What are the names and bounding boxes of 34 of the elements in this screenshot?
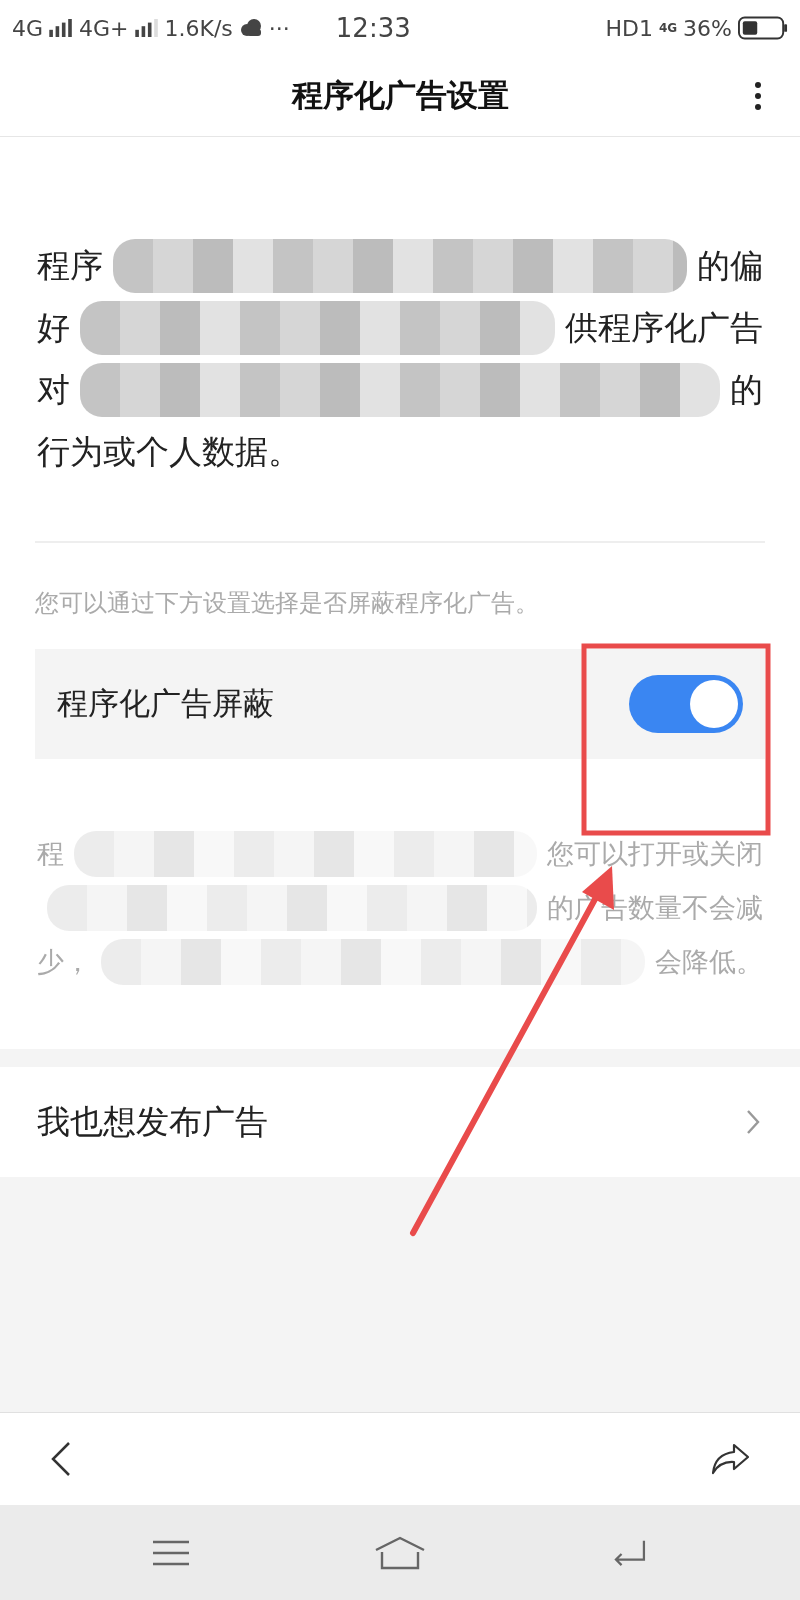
hd-label: HD1	[605, 15, 653, 41]
intro-text: 程序	[37, 245, 103, 287]
intro-text: 的	[730, 369, 763, 411]
cloud-icon	[238, 19, 263, 37]
back-icon[interactable]	[50, 1441, 72, 1477]
list-item[interactable]: 我也想发布广告	[0, 1067, 800, 1177]
setting-label: 程序化广告屏蔽	[57, 684, 274, 723]
signal-icon	[49, 19, 74, 37]
note-text: 您可以打开或关闭	[547, 837, 763, 871]
network-label: 4G	[658, 21, 678, 35]
intro-text: 行为或个人数据。	[37, 431, 301, 473]
battery-percent: 36%	[683, 15, 732, 41]
network-label: 4G	[12, 15, 44, 41]
share-icon[interactable]	[710, 1442, 750, 1476]
intro-text: 好	[37, 307, 70, 349]
signal-icon	[134, 19, 159, 37]
note-text: 少，	[37, 945, 91, 979]
chevron-right-icon	[746, 1109, 760, 1135]
note-text: 会降低。	[655, 945, 763, 979]
menu-icon[interactable]	[152, 1538, 189, 1567]
intro-text: 对	[37, 369, 70, 411]
more-label: ···	[268, 15, 290, 41]
network-label: 4G+	[79, 15, 129, 41]
note-text: 程	[37, 837, 64, 871]
intro-text: 供程序化广告	[565, 307, 763, 349]
hint-text: 您可以通过下方设置选择是否屏蔽程序化广告。	[35, 588, 540, 619]
network-speed: 1.6K/s	[164, 15, 233, 41]
toggle-switch[interactable]	[629, 675, 743, 733]
battery-icon	[738, 16, 788, 40]
more-icon[interactable]	[754, 80, 762, 112]
clock: 12:33	[335, 13, 411, 43]
intro-text: 的偏	[697, 245, 763, 287]
home-icon[interactable]	[374, 1535, 426, 1570]
page-title: 程序化广告设置	[291, 76, 509, 115]
